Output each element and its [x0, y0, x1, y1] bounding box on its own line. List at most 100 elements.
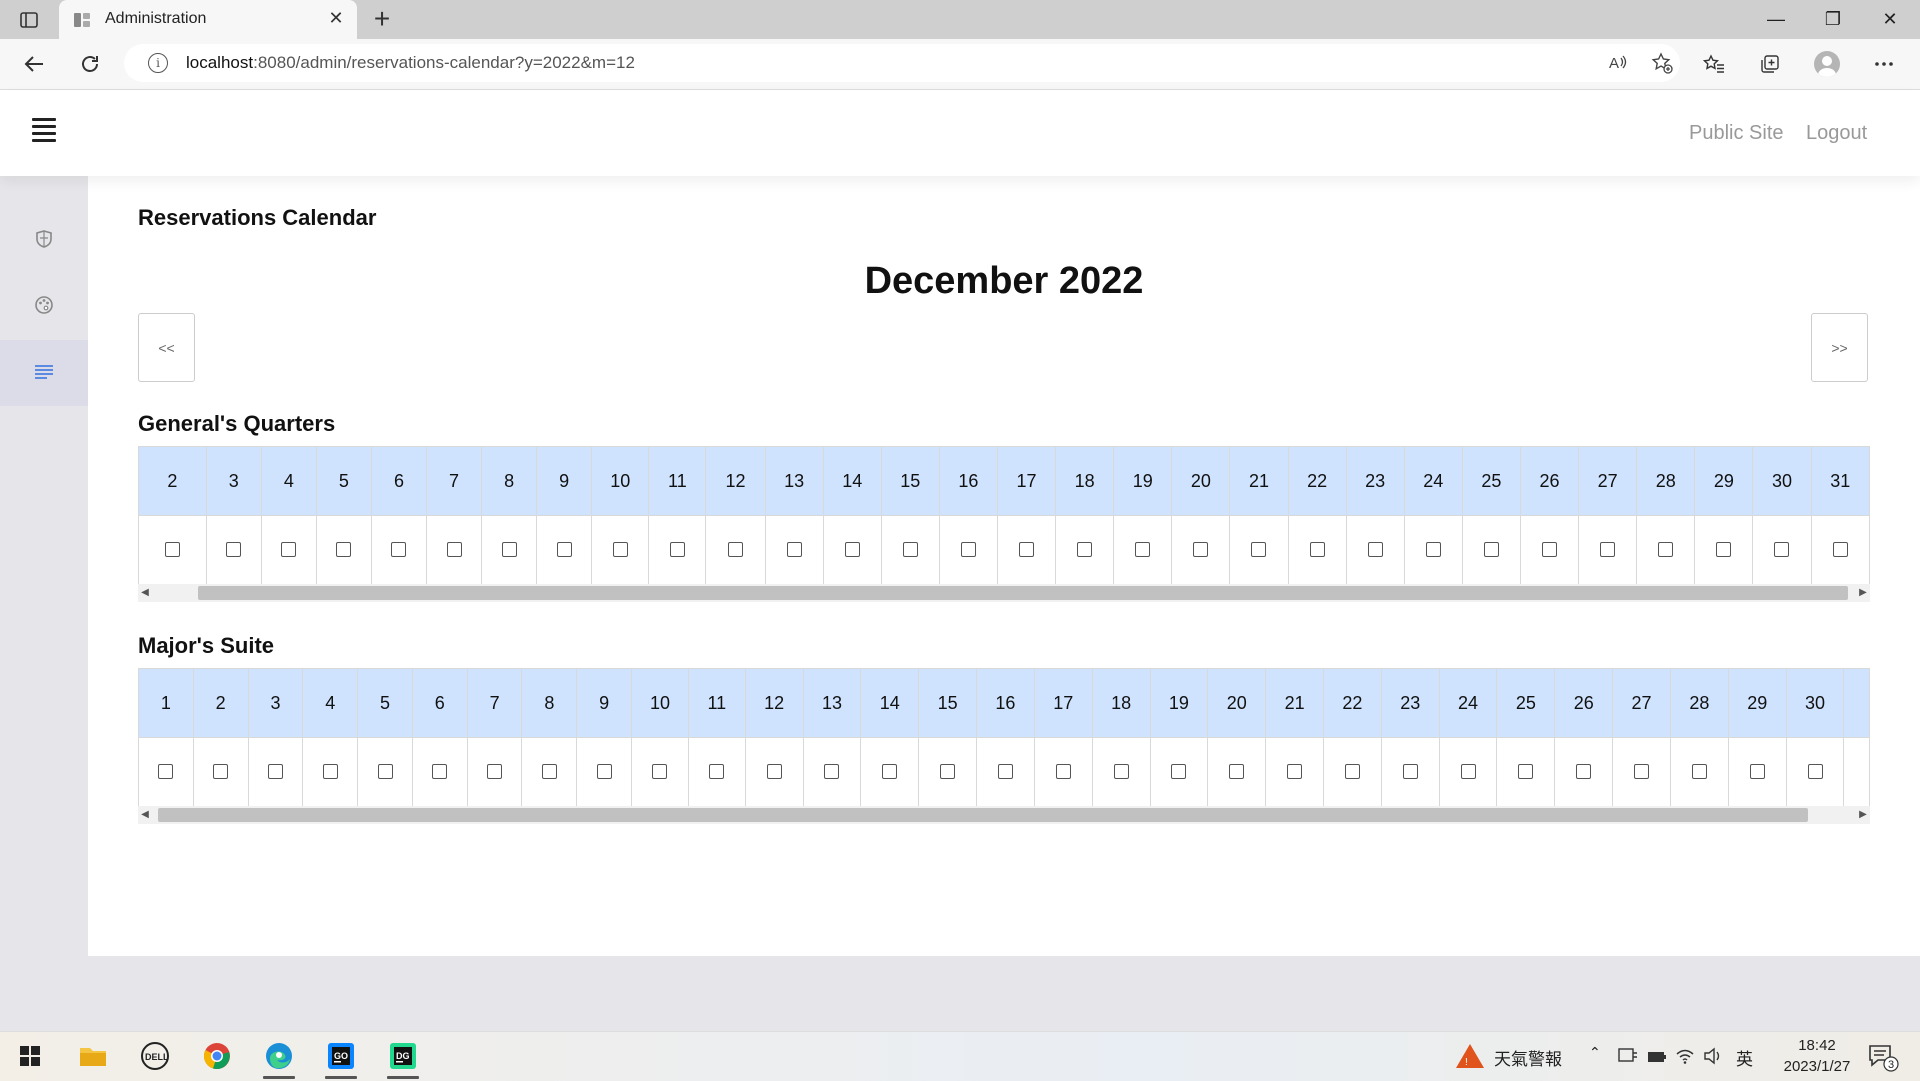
- reservation-checkbox[interactable]: [226, 542, 242, 558]
- reservation-checkbox[interactable]: [1774, 542, 1790, 558]
- scrollbar-thumb[interactable]: [198, 586, 1848, 600]
- reservation-checkbox[interactable]: [391, 542, 407, 558]
- file-explorer-icon[interactable]: [73, 1038, 113, 1074]
- scrollbar-thumb[interactable]: [158, 808, 1808, 822]
- reservation-checkbox[interactable]: [824, 764, 840, 780]
- reservation-checkbox[interactable]: [652, 764, 668, 780]
- reservation-checkbox[interactable]: [1367, 542, 1383, 558]
- tab-actions-icon[interactable]: [18, 9, 40, 31]
- scroll-right-arrow-icon[interactable]: ▶: [1856, 806, 1870, 824]
- reservation-checkbox[interactable]: [1135, 542, 1151, 558]
- weather-alert-label[interactable]: 天氣警報: [1494, 1045, 1562, 1070]
- edge-icon[interactable]: [259, 1038, 299, 1079]
- profile-avatar-icon[interactable]: [1814, 51, 1840, 77]
- scroll-right-arrow-icon[interactable]: ▶: [1856, 584, 1870, 602]
- reservation-checkbox[interactable]: [213, 764, 229, 780]
- reservation-checkbox[interactable]: [1691, 764, 1707, 780]
- reservation-checkbox[interactable]: [267, 764, 283, 780]
- windows-start-icon[interactable]: [10, 1038, 50, 1074]
- scroll-left-arrow-icon[interactable]: ◀: [138, 584, 152, 602]
- reservation-checkbox[interactable]: [377, 764, 393, 780]
- reservation-checkbox[interactable]: [1460, 764, 1476, 780]
- datagrip-icon[interactable]: DG: [383, 1038, 423, 1079]
- scroll-left-arrow-icon[interactable]: ◀: [138, 806, 152, 824]
- read-aloud-icon[interactable]: A: [1608, 52, 1628, 78]
- previous-month-button[interactable]: <<: [138, 313, 195, 382]
- reservation-checkbox[interactable]: [1832, 542, 1848, 558]
- input-method-indicator[interactable]: 英: [1736, 1045, 1753, 1070]
- chrome-icon[interactable]: [197, 1038, 237, 1074]
- horizontal-scrollbar[interactable]: ◀ ▶: [138, 584, 1870, 602]
- reservation-checkbox[interactable]: [164, 542, 180, 558]
- reservation-checkbox[interactable]: [158, 764, 174, 780]
- reservation-checkbox[interactable]: [1077, 542, 1093, 558]
- reservation-checkbox[interactable]: [1287, 764, 1303, 780]
- reservation-checkbox[interactable]: [541, 764, 557, 780]
- restore-button[interactable]: ❐: [1808, 4, 1858, 34]
- reservation-checkbox[interactable]: [728, 542, 743, 558]
- goland-icon[interactable]: GO: [321, 1038, 361, 1079]
- reservation-checkbox[interactable]: [1425, 542, 1441, 558]
- browser-tab[interactable]: Administration ✕: [59, 0, 357, 39]
- reservation-checkbox[interactable]: [940, 764, 956, 780]
- reservation-checkbox[interactable]: [1483, 542, 1499, 558]
- reservation-checkbox[interactable]: [432, 764, 448, 780]
- reservation-checkbox[interactable]: [882, 764, 898, 780]
- network-icon[interactable]: [1618, 1047, 1638, 1070]
- reservation-checkbox[interactable]: [446, 542, 462, 558]
- reservation-checkbox[interactable]: [1518, 764, 1534, 780]
- back-arrow-icon[interactable]: [20, 50, 48, 78]
- dell-icon[interactable]: DELL: [135, 1038, 175, 1074]
- close-tab-icon[interactable]: ✕: [325, 8, 347, 29]
- reservation-checkbox[interactable]: [709, 764, 725, 780]
- public-site-link[interactable]: Public Site: [1689, 122, 1784, 145]
- reservation-checkbox[interactable]: [501, 542, 517, 558]
- reservation-checkbox[interactable]: [1658, 542, 1674, 558]
- collections-icon[interactable]: [1756, 50, 1784, 78]
- reservation-checkbox[interactable]: [997, 764, 1013, 780]
- logout-link[interactable]: Logout: [1806, 122, 1867, 145]
- volume-icon[interactable]: [1703, 1047, 1723, 1070]
- site-info-icon[interactable]: i: [148, 53, 168, 73]
- reservation-checkbox[interactable]: [281, 542, 297, 558]
- reservation-checkbox[interactable]: [336, 542, 352, 558]
- minimize-button[interactable]: —: [1751, 4, 1801, 34]
- reservation-checkbox[interactable]: [844, 542, 860, 558]
- reservation-checkbox[interactable]: [1807, 764, 1823, 780]
- favorites-icon[interactable]: [1700, 50, 1728, 78]
- add-favorite-icon[interactable]: [1651, 52, 1673, 80]
- reservation-checkbox[interactable]: [1019, 542, 1035, 558]
- close-window-button[interactable]: ✕: [1865, 4, 1915, 34]
- battery-icon[interactable]: [1647, 1050, 1667, 1068]
- reservation-checkbox[interactable]: [1542, 542, 1558, 558]
- next-month-button[interactable]: >>: [1811, 313, 1868, 382]
- clock[interactable]: 18:42 2023/1/27: [1762, 1035, 1872, 1077]
- new-tab-button[interactable]: +: [367, 4, 397, 34]
- sidebar-item-shield[interactable]: [0, 208, 88, 274]
- reservation-checkbox[interactable]: [766, 764, 782, 780]
- reservation-checkbox[interactable]: [1251, 542, 1267, 558]
- reservation-checkbox[interactable]: [612, 542, 628, 558]
- reservation-checkbox[interactable]: [1634, 764, 1650, 780]
- reservation-checkbox[interactable]: [596, 764, 612, 780]
- chevron-up-icon[interactable]: ⌃: [1589, 1044, 1601, 1061]
- reservation-checkbox[interactable]: [1309, 542, 1325, 558]
- weather-alert-icon[interactable]: !: [1455, 1042, 1485, 1075]
- reservation-checkbox[interactable]: [960, 542, 976, 558]
- reservation-checkbox[interactable]: [1402, 764, 1418, 780]
- horizontal-scrollbar[interactable]: ◀ ▶: [138, 806, 1870, 824]
- reservation-checkbox[interactable]: [556, 542, 572, 558]
- url-field[interactable]: i localhost:8080/admin/reservations-cale…: [124, 44, 1680, 82]
- reservation-checkbox[interactable]: [487, 764, 503, 780]
- reservation-checkbox[interactable]: [1344, 764, 1360, 780]
- reservation-checkbox[interactable]: [1576, 764, 1592, 780]
- reservation-checkbox[interactable]: [322, 764, 338, 780]
- reservation-checkbox[interactable]: [902, 542, 918, 558]
- reservation-checkbox[interactable]: [1055, 764, 1071, 780]
- wifi-icon[interactable]: [1675, 1047, 1695, 1070]
- reservation-checkbox[interactable]: [1600, 542, 1616, 558]
- reservation-checkbox[interactable]: [1171, 764, 1187, 780]
- reservation-checkbox[interactable]: [669, 542, 685, 558]
- reservation-checkbox[interactable]: [786, 542, 802, 558]
- reservation-checkbox[interactable]: [1229, 764, 1245, 780]
